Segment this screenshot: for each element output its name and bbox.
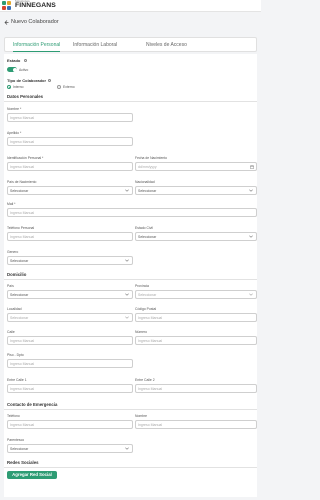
divider — [4, 279, 257, 280]
provincia-label: Provincia — [135, 284, 149, 288]
tab-informacion-laboral[interactable]: Información Laboral — [73, 38, 117, 52]
top-bar: Soluciones FINNEGANS — [0, 0, 261, 12]
tipo-label: Tipo de Colaborador — [7, 78, 47, 83]
section-datos-personales: Datos Personales — [7, 94, 44, 99]
calendar-icon[interactable] — [250, 165, 254, 169]
info-icon — [48, 79, 51, 82]
fecha-nacimiento-label: Fecha de Nacimiento — [135, 156, 168, 160]
arrow-left-icon — [4, 19, 9, 25]
telefono-personal-input[interactable]: Ingreso Manual — [7, 232, 133, 241]
pais-nacimiento-select[interactable]: Seleccionar — [7, 186, 133, 195]
chevron-down-icon — [125, 447, 129, 450]
section-domicilio: Domicilio — [7, 272, 27, 277]
logo-wordmark: FINNEGANS — [15, 2, 56, 10]
estado-civil-label: Estado Civil — [135, 226, 153, 230]
emergencia-nombre-input[interactable]: Ingreso Manual — [135, 420, 257, 429]
apellido-input[interactable]: Ingreso Manual — [7, 137, 133, 146]
nacionalidad-label: Nacionalidad — [135, 180, 155, 184]
finnegans-logo[interactable]: Soluciones FINNEGANS — [2, 0, 56, 11]
telefono-personal-label: Teléfono Personal — [7, 226, 35, 230]
tab-niveles-de-acceso[interactable]: Niveles de Acceso — [146, 38, 187, 52]
radio-externo[interactable] — [57, 85, 61, 89]
fecha-nacimiento-input[interactable]: dd/mm/yyyy — [135, 162, 257, 171]
estado-civil-value: Seleccionar — [138, 234, 157, 239]
entre-calle-2-input[interactable]: Ingreso Manual — [135, 384, 257, 393]
nombre-label: Nombre * — [7, 107, 22, 111]
radio-interno[interactable] — [7, 85, 11, 89]
estado-civil-select[interactable]: Seleccionar — [135, 232, 257, 241]
codigo-postal-label: Código Postal — [135, 307, 157, 311]
entre-calle-2-label: Entre Calle 2 — [135, 378, 155, 382]
entre-calle-1-input[interactable]: Ingreso Manual — [7, 384, 133, 393]
localidad-select[interactable]: Seleccionar — [7, 313, 133, 322]
chevron-down-icon — [125, 259, 129, 262]
back-link[interactable]: Nuevo Colaborador — [4, 19, 59, 25]
chevron-down-icon — [249, 293, 253, 296]
numero-label: Número — [135, 330, 148, 334]
identificacion-label: Identificación Personal * — [7, 156, 44, 160]
emergencia-telefono-label: Teléfono — [7, 414, 20, 418]
parentesco-value: Seleccionar — [10, 446, 29, 451]
divider — [4, 467, 257, 468]
pais-nacimiento-label: País de Nacimiento — [7, 180, 37, 184]
divider — [4, 101, 257, 102]
codigo-postal-input[interactable]: Ingreso Manual — [135, 313, 257, 322]
chevron-down-icon — [249, 235, 253, 238]
add-social-network-button[interactable]: Agregar Red Social — [7, 471, 57, 479]
localidad-value: Seleccionar — [10, 315, 29, 320]
emergencia-telefono-input[interactable]: Ingreso Manual — [7, 420, 133, 429]
apellido-label: Apellido * — [7, 131, 22, 135]
identificacion-input[interactable]: Ingreso Manual — [7, 162, 133, 171]
emergencia-nombre-label: Nombre — [135, 414, 148, 418]
piso-dpto-label: Piso - Dpto — [7, 353, 24, 357]
tab-bar: Información Personal Información Laboral… — [4, 37, 257, 52]
parentesco-select[interactable]: Seleccionar — [7, 444, 133, 453]
fecha-nacimiento-placeholder: dd/mm/yyyy — [138, 164, 157, 169]
genero-select[interactable]: Seleccionar — [7, 256, 133, 265]
page-title: Nuevo Colaborador — [11, 19, 59, 25]
nombre-input[interactable]: Ingreso Manual — [7, 113, 133, 122]
chevron-down-icon — [249, 189, 253, 192]
chevron-down-icon — [125, 189, 129, 192]
pais-label: País — [7, 284, 14, 288]
pais-value: Seleccionar — [10, 292, 29, 297]
info-icon — [24, 59, 27, 62]
nacionalidad-value: Seleccionar — [138, 188, 157, 193]
calle-label: Calle — [7, 330, 15, 334]
pais-nacimiento-value: Seleccionar — [10, 188, 29, 193]
estado-toggle[interactable] — [7, 67, 17, 72]
form-card: Estado Activo Tipo de Colaborador Intern… — [4, 54, 257, 497]
logo-mark-icon — [2, 0, 13, 11]
nacionalidad-select[interactable]: Seleccionar — [135, 186, 257, 195]
chevron-down-icon — [125, 293, 129, 296]
mail-input[interactable]: Ingreso Manual — [7, 208, 257, 217]
divider — [4, 409, 257, 410]
genero-value: Seleccionar — [10, 258, 29, 263]
pais-select[interactable]: Seleccionar — [7, 290, 133, 299]
calle-input[interactable]: Ingreso Manual — [7, 336, 133, 345]
estado-toggle-label: Activo — [19, 67, 29, 72]
numero-input[interactable]: Ingreso Manual — [135, 336, 257, 345]
section-contacto-emergencia: Contacto de Emergencia — [7, 402, 58, 407]
entre-calle-1-label: Entre Calle 1 — [7, 378, 27, 382]
piso-dpto-input[interactable]: Ingreso Manual — [7, 359, 133, 368]
section-redes-sociales: Redes Sociales — [7, 460, 39, 465]
provincia-select[interactable]: Seleccionar — [135, 290, 257, 299]
chevron-down-icon — [125, 316, 129, 319]
radio-interno-label: Interno — [13, 85, 24, 89]
estado-label: Estado — [7, 58, 21, 63]
radio-externo-label: Externo — [63, 85, 75, 89]
localidad-label: Localidad — [7, 307, 22, 311]
parentesco-label: Parentesco — [7, 438, 25, 442]
genero-label: Genero — [7, 250, 19, 254]
mail-label: Mail * — [7, 202, 16, 206]
tab-informacion-personal[interactable]: Información Personal — [13, 38, 61, 52]
provincia-value: Seleccionar — [138, 292, 157, 297]
